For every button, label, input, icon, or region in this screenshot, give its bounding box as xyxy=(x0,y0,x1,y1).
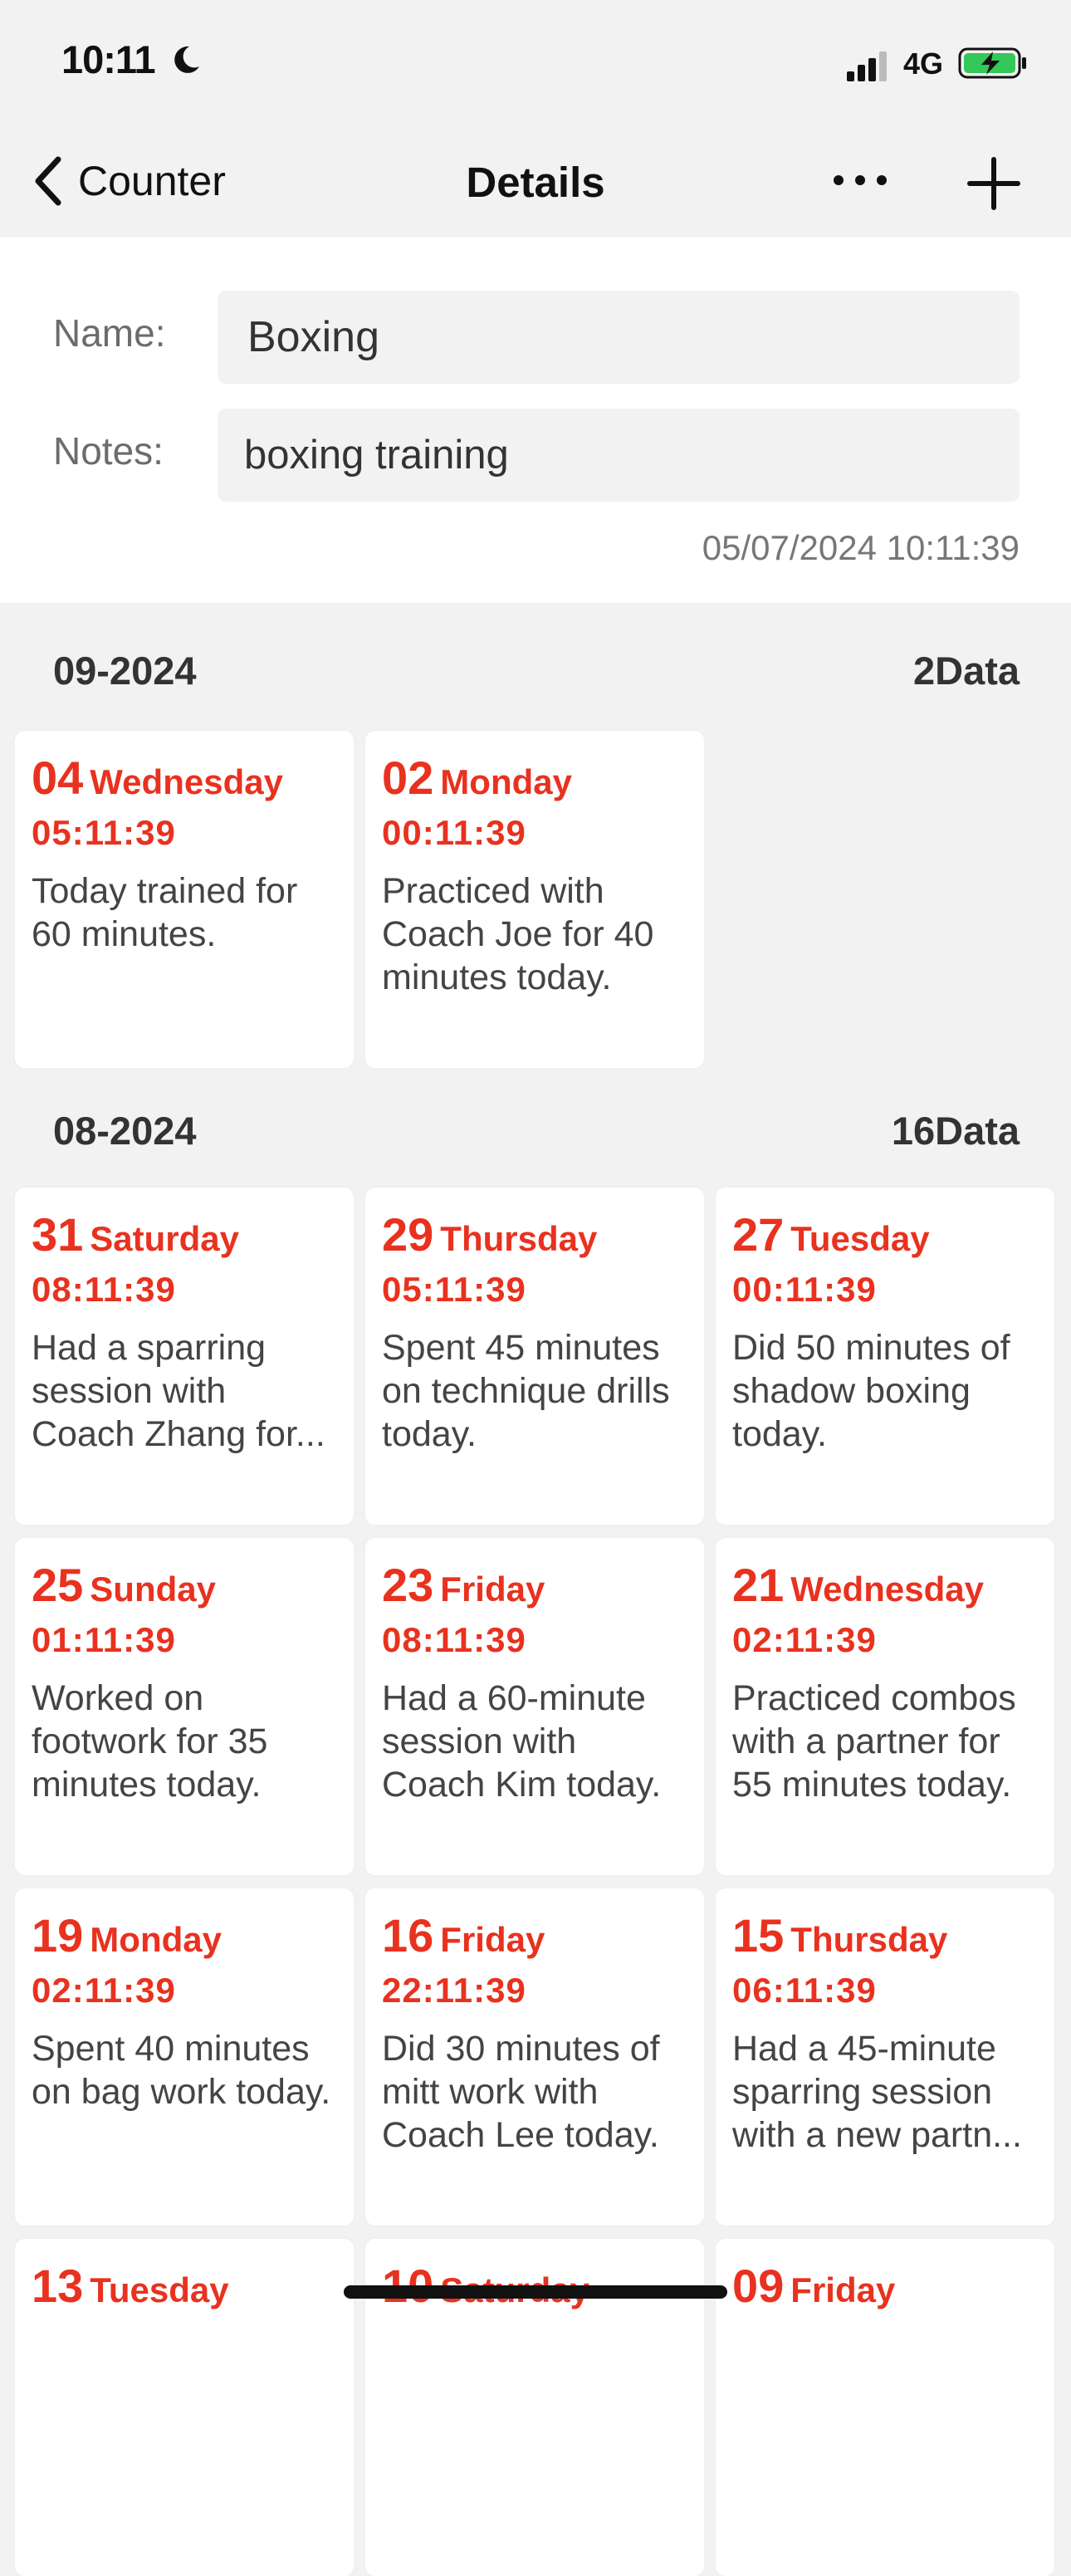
entry-weekday: Thursday xyxy=(440,1219,598,1258)
entry-day: 21 xyxy=(732,1559,785,1611)
entry-weekday: Saturday xyxy=(90,1219,240,1258)
section-title: 08-2024 xyxy=(53,1109,197,1153)
entry-card[interactable]: 29 Thursday 05:11:39 Spent 45 minutes on … xyxy=(365,1188,704,1525)
notes-label: Notes: xyxy=(53,429,164,473)
battery-charging-icon xyxy=(958,47,1026,79)
detail-form: Name: Boxing Notes: boxing training 05/0… xyxy=(0,238,1071,603)
plus-icon[interactable] xyxy=(965,154,1023,213)
entry-card[interactable]: 16 Friday 22:11:39 Did 30 minutes of mitt… xyxy=(365,1888,704,2226)
entry-card[interactable]: 27 Tuesday 00:11:39 Did 50 minutes of sha… xyxy=(716,1188,1054,1525)
entry-text: Did 30 minutes of mitt work with Coach L… xyxy=(382,2029,660,2155)
entry-day: 25 xyxy=(32,1559,84,1611)
entry-day: 13 xyxy=(32,2260,84,2312)
section-count: 2Data xyxy=(912,649,1020,693)
entry-text: Worked on footwork for 35 minutes today. xyxy=(32,1678,268,1805)
entry-weekday: Monday xyxy=(90,1920,222,1959)
home-indicator xyxy=(344,2285,727,2299)
entry-weekday: Friday xyxy=(440,1570,545,1609)
entry-time: 02:11:39 xyxy=(732,1620,877,1659)
entry-weekday: Tuesday xyxy=(90,2270,229,2309)
entry-time: 08:11:39 xyxy=(382,1620,526,1659)
entry-time: 00:11:39 xyxy=(732,1270,877,1309)
status-time: 10:11 xyxy=(61,37,156,81)
entry-day: 09 xyxy=(732,2260,785,2312)
entry-text: Practiced with Coach Joe for 40 minutes … xyxy=(382,871,654,997)
entry-card[interactable]: 31 Saturday 08:11:39 Had a sparring sessi… xyxy=(15,1188,354,1525)
entry-time: 02:11:39 xyxy=(32,1971,176,2010)
entry-weekday: Thursday xyxy=(790,1920,948,1959)
entry-card[interactable]: 15 Thursday 06:11:39 Had a 45-minute spar… xyxy=(716,1888,1054,2226)
entry-time: 06:11:39 xyxy=(732,1971,877,2010)
entry-text: Spent 40 minutes on bag work today. xyxy=(32,2029,331,2112)
entry-day: 04 xyxy=(32,752,84,804)
entry-card[interactable]: 21 Wednesday 02:11:39 Practiced combos wi… xyxy=(716,1538,1054,1875)
entry-card[interactable]: 02 Monday 00:11:39 Practiced with Coach J… xyxy=(365,731,704,1068)
entry-time: 05:11:39 xyxy=(382,1270,526,1309)
entry-day: 23 xyxy=(382,1559,434,1611)
more-icon[interactable] xyxy=(830,168,890,193)
entry-day: 27 xyxy=(732,1208,785,1261)
entry-day: 29 xyxy=(382,1208,434,1261)
name-field[interactable]: Boxing xyxy=(218,291,1020,384)
entry-card[interactable]: 09 Friday xyxy=(716,2239,1054,2576)
entry-weekday: Tuesday xyxy=(790,1219,930,1258)
entry-text: Had a 60-minute session with Coach Kim t… xyxy=(382,1678,662,1805)
entry-time: 08:11:39 xyxy=(32,1270,176,1309)
entry-day: 16 xyxy=(382,1909,434,1961)
section-title: 09-2024 xyxy=(53,649,197,693)
entry-card[interactable]: 25 Sunday 01:11:39 Worked on footwork for… xyxy=(15,1538,354,1875)
entry-weekday: Monday xyxy=(440,762,572,801)
entry-text: Did 50 minutes of shadow boxing today. xyxy=(732,1328,1010,1454)
entry-time: 00:11:39 xyxy=(382,813,526,852)
section-header: 09-2024 2Data xyxy=(0,624,1071,716)
signal-icon xyxy=(847,51,887,81)
entry-weekday: Wednesday xyxy=(790,1570,984,1609)
nav-bar: Counter Details xyxy=(0,125,1071,238)
entry-text: Today trained for 60 minutes. xyxy=(32,871,298,954)
moon-icon xyxy=(174,46,199,73)
section-header: 08-2024 16Data xyxy=(0,1085,1071,1176)
entry-text: Practiced combos with a partner for 55 m… xyxy=(732,1678,1016,1805)
section-grid: 31 Saturday 08:11:39 Had a sparring sessi… xyxy=(0,1176,1071,2576)
entry-card[interactable]: 04 Wednesday 05:11:39 Today trained for 6… xyxy=(15,731,354,1068)
entry-day: 02 xyxy=(382,752,434,804)
section-count: 16Data xyxy=(891,1109,1020,1153)
entry-time: 22:11:39 xyxy=(382,1971,526,2010)
notes-field[interactable]: boxing training xyxy=(218,409,1020,502)
entry-time: 01:11:39 xyxy=(32,1620,176,1659)
name-label: Name: xyxy=(53,311,166,355)
entry-weekday: Sunday xyxy=(90,1570,216,1609)
entry-time: 05:11:39 xyxy=(32,813,176,852)
entry-day: 31 xyxy=(32,1208,84,1261)
created-timestamp: 05/07/2024 10:11:39 xyxy=(702,528,1020,567)
entry-card[interactable]: 13 Tuesday xyxy=(15,2239,354,2576)
entry-card[interactable]: 19 Monday 02:11:39 Spent 40 minutes on ba… xyxy=(15,1888,354,2226)
entry-day: 19 xyxy=(32,1909,84,1961)
entry-weekday: Friday xyxy=(790,2270,896,2309)
entry-day: 15 xyxy=(732,1909,785,1961)
entry-weekday: Wednesday xyxy=(90,762,283,801)
section-grid: 04 Wednesday 05:11:39 Today trained for 6… xyxy=(0,716,1071,1085)
entry-text: Had a 45-minute sparring session with a … xyxy=(732,2029,1022,2155)
entry-text: Spent 45 minutes on technique drills tod… xyxy=(382,1328,670,1454)
page-title: Details xyxy=(466,159,605,206)
network-type: 4G xyxy=(903,47,944,81)
entry-card[interactable]: 23 Friday 08:11:39 Had a 60-minute sessio… xyxy=(365,1538,704,1875)
status-bar: 10:11 4G xyxy=(0,0,1071,125)
entry-weekday: Friday xyxy=(440,1920,545,1959)
entry-text: Had a sparring session with Coach Zhang … xyxy=(32,1328,325,1454)
